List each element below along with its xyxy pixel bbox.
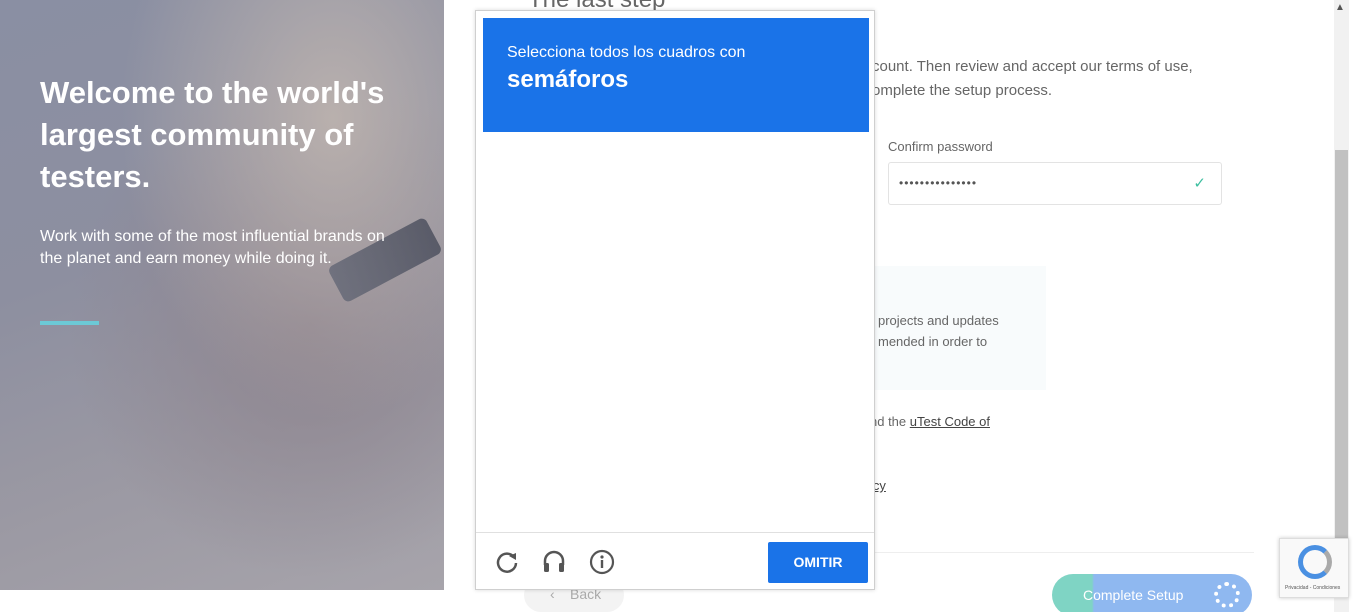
scrollbar-thumb[interactable]	[1335, 150, 1348, 542]
confirm-password-field[interactable]: ••••••••••••••• ✓	[888, 162, 1222, 205]
captcha-tile[interactable]	[774, 138, 869, 233]
captcha-challenge: Selecciona todos los cuadros con semáfor…	[475, 10, 875, 590]
scroll-up-arrow-icon[interactable]: ▲	[1335, 2, 1345, 13]
loading-spinner-icon	[1214, 582, 1240, 608]
captcha-grid	[483, 138, 869, 524]
skip-button[interactable]: OMITIR	[768, 542, 868, 583]
captcha-tile[interactable]	[677, 332, 772, 427]
confirm-password-label: Confirm password	[888, 139, 993, 154]
captcha-tile[interactable]	[580, 235, 675, 330]
info-box: projects and updates mended in order to	[864, 266, 1046, 390]
agree-text: nd the uTest Code of	[870, 414, 990, 429]
agree-prefix: nd the	[870, 414, 910, 429]
code-of-conduct-link[interactable]: uTest Code of	[910, 414, 990, 429]
complete-setup-label: Complete Setup	[1083, 587, 1184, 603]
captcha-tile[interactable]	[580, 429, 675, 524]
captcha-tile[interactable]	[483, 138, 578, 233]
hero-subtitle: Work with some of the most influential b…	[40, 228, 385, 267]
info-icon[interactable]	[589, 549, 615, 575]
captcha-tile[interactable]	[483, 332, 578, 427]
confirm-password-value: •••••••••••••••	[899, 176, 978, 190]
captcha-target: semáforos	[507, 66, 629, 93]
hero-title: Welcome to the world's largest community…	[40, 75, 385, 194]
captcha-tile[interactable]	[677, 138, 772, 233]
recaptcha-logo-icon	[1298, 545, 1332, 579]
captcha-tile[interactable]	[774, 429, 869, 524]
window-edge	[1349, 0, 1366, 612]
hero-panel: Welcome to the world's largest community…	[0, 0, 444, 590]
captcha-tile[interactable]	[677, 235, 772, 330]
recaptcha-badge[interactable]: Privacidad - Condiciones	[1279, 538, 1349, 598]
hero-accent-bar	[40, 321, 99, 325]
captcha-instruction: Selecciona todos los cuadros con	[507, 44, 746, 61]
headphones-icon[interactable]	[541, 549, 567, 575]
captcha-tile[interactable]	[483, 429, 578, 524]
complete-setup-button[interactable]: Complete Setup	[1052, 574, 1252, 612]
info-text: projects and updates mended in order to	[878, 313, 999, 349]
captcha-tile[interactable]	[774, 235, 869, 330]
checkmark-icon: ✓	[1193, 175, 1207, 192]
captcha-tile[interactable]	[677, 429, 772, 524]
captcha-tile[interactable]	[580, 138, 675, 233]
captcha-tile[interactable]	[483, 235, 578, 330]
reload-icon[interactable]	[494, 549, 520, 575]
captcha-footer-divider	[476, 532, 874, 533]
form-intro: count. Then review and accept our terms …	[872, 58, 1193, 99]
captcha-header: Selecciona todos los cuadros con semáfor…	[483, 18, 869, 132]
captcha-tile[interactable]	[580, 332, 675, 427]
recaptcha-terms[interactable]: Privacidad - Condiciones	[1285, 585, 1340, 591]
captcha-tile[interactable]	[774, 332, 869, 427]
